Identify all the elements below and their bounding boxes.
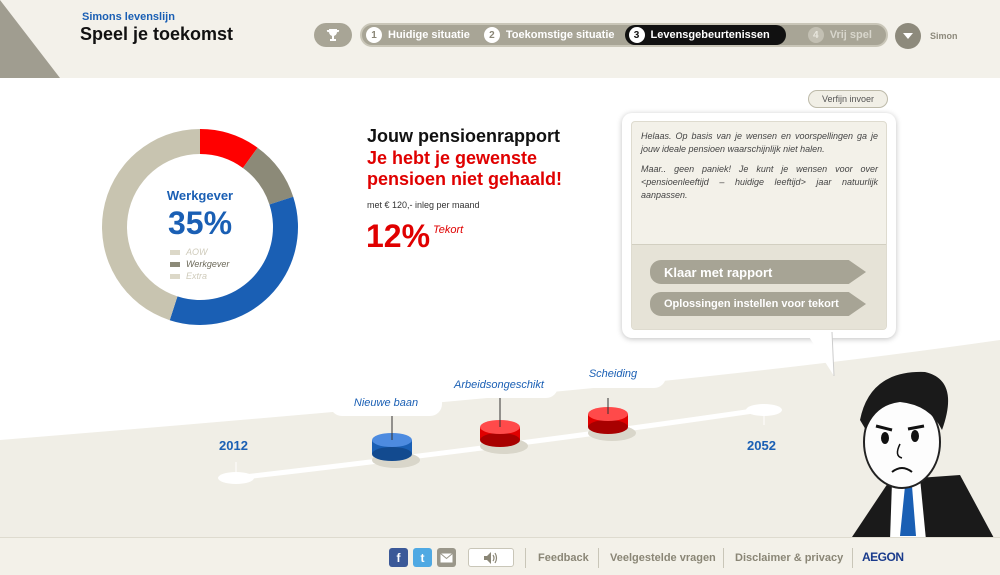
finish-report-button[interactable]: Klaar met rapport (650, 260, 866, 284)
footer-link-faq[interactable]: Veelgestelde vragen (610, 552, 716, 564)
timeline-end-year: 2052 (747, 438, 776, 453)
speaker-icon (484, 551, 498, 564)
footer-link-disclaimer[interactable]: Disclaimer & privacy (735, 552, 843, 564)
sound-toggle[interactable] (468, 548, 514, 567)
advice-text: Helaas. Op basis van je wensen en voorsp… (632, 122, 886, 202)
refine-input-button[interactable]: Verfijn invoer (808, 90, 888, 108)
advice-actions (632, 244, 886, 329)
event-label-arbeidsongeschikt[interactable]: Arbeidsongeschikt (440, 372, 558, 398)
facebook-button[interactable]: f (389, 548, 408, 567)
envelope-icon (440, 552, 453, 562)
twitter-button[interactable]: t (413, 548, 432, 567)
footer-divider (852, 548, 853, 568)
facebook-icon: f (396, 550, 401, 565)
timeline-start-year: 2012 (219, 438, 248, 453)
advice-paragraph-1: Helaas. Op basis van je wensen en voorsp… (641, 131, 878, 154)
footer-divider (723, 548, 724, 568)
event-label-nieuwe-baan[interactable]: Nieuwe baan (330, 390, 442, 416)
simon-character (850, 371, 995, 540)
aegon-logo[interactable]: AEGON (862, 550, 904, 564)
footer-divider (525, 548, 526, 568)
footer: f t Feedback Veelgestelde vragen Disclai… (0, 537, 1000, 575)
footer-divider (598, 548, 599, 568)
footer-link-feedback[interactable]: Feedback (538, 552, 589, 564)
event-label-scheiding[interactable]: Scheiding (560, 360, 666, 388)
email-button[interactable] (437, 548, 456, 567)
set-solutions-button[interactable]: Oplossingen instellen voor tekort (650, 292, 866, 316)
advice-paragraph-2: Maar.. geen paniek! Je kunt je wensen vo… (641, 164, 878, 200)
twitter-icon: t (420, 550, 425, 565)
